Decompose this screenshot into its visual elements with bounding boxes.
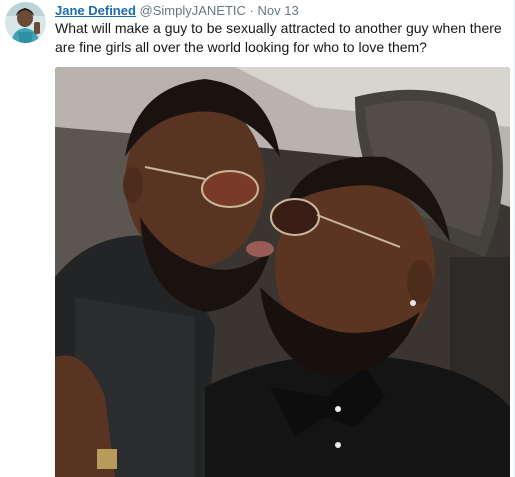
photo-image — [55, 67, 510, 477]
tweet-header: Jane Defined @SimplyJANETIC · Nov 13 — [55, 3, 299, 19]
tweet-timestamp[interactable]: Nov 13 — [258, 3, 299, 18]
tweet-text: What will make a guy to be sexually attr… — [55, 20, 502, 55]
header-separator: · — [249, 3, 254, 18]
tweet[interactable]: Jane Defined @SimplyJANETIC · Nov 13 Wha… — [0, 0, 515, 477]
author-display-name[interactable]: Jane Defined — [55, 3, 136, 18]
tweet-photo[interactable] — [55, 67, 510, 477]
author-avatar[interactable] — [5, 2, 46, 43]
author-handle[interactable]: @SimplyJANETIC — [140, 3, 246, 18]
profile-avatar-icon — [5, 2, 46, 43]
